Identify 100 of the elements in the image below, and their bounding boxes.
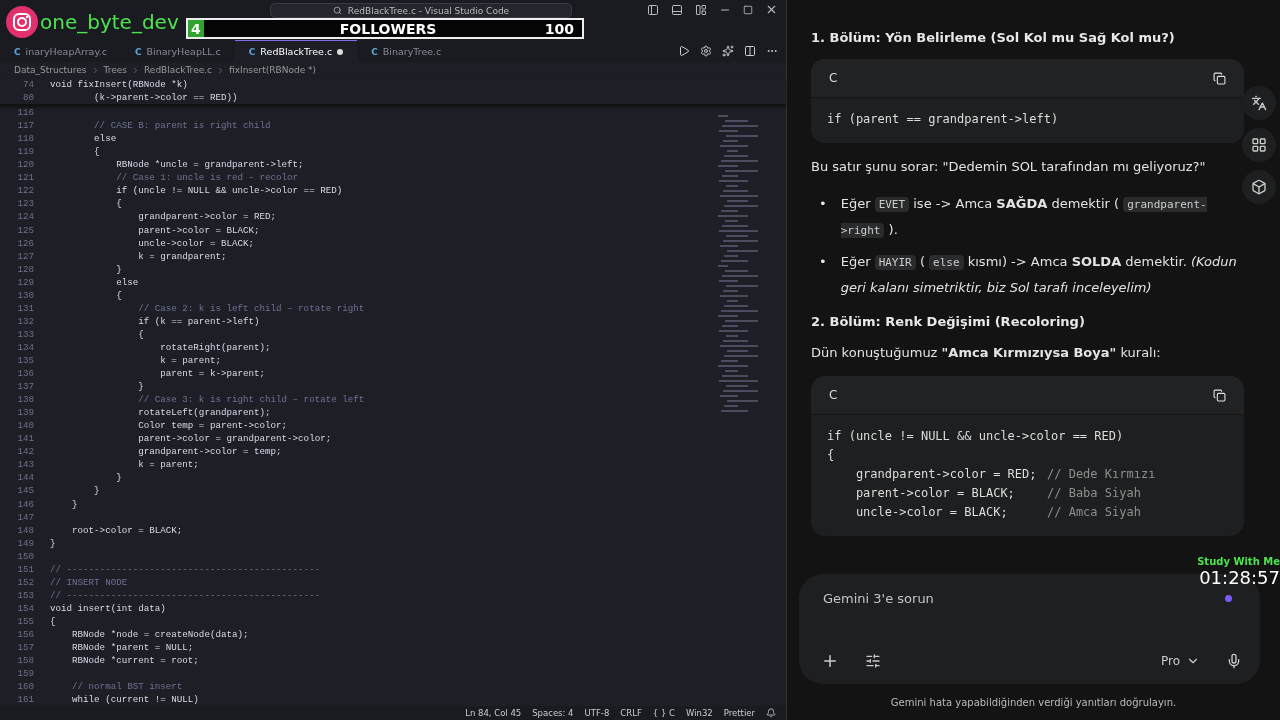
bell-icon: [766, 708, 776, 718]
line-number: 150: [16, 550, 35, 562]
code-line: k = parent;: [137, 459, 199, 471]
run-icon: [678, 45, 690, 57]
line-number: 153: [16, 589, 35, 601]
code-line: void fixInsert(RBNode *k): [50, 79, 188, 90]
code-line: grandparent->color = RED;: [137, 211, 277, 223]
copy-button[interactable]: [1213, 388, 1226, 402]
code-line: {: [827, 447, 836, 464]
editor-tab[interactable]: C inaryHeapArray.c: [0, 40, 121, 62]
translate-button[interactable]: [1242, 86, 1276, 120]
status-item[interactable]: Win32: [685, 708, 713, 718]
code-line: {: [50, 615, 56, 627]
line-number: 123: [16, 198, 35, 210]
camera-logo-icon: [6, 6, 38, 38]
code-line: }: [115, 263, 122, 275]
status-item[interactable]: Prettier: [723, 708, 755, 718]
code-line: if (k == parent->left): [137, 315, 260, 327]
status-item[interactable]: CRLF: [620, 708, 642, 718]
apps-button[interactable]: [1242, 128, 1276, 162]
breadcrumb-item[interactable]: Trees: [103, 65, 127, 75]
editor-tab[interactable]: C RedBlackTree.c: [234, 40, 358, 62]
line-number: 157: [16, 642, 35, 654]
copy-button[interactable]: [1213, 71, 1226, 85]
code-comment: // Amca Siyah: [1047, 504, 1141, 521]
line-number: 128: [16, 263, 35, 275]
paragraph: Bu satır şunu sorar: "Dedemin SOL tarafından mı geliyoruz?": [811, 158, 1207, 176]
status-item[interactable]: UTF-8: [584, 708, 610, 718]
code-line: if (uncle != NULL && uncle->color == RED): [115, 185, 343, 197]
code-line: }: [71, 498, 78, 510]
code-line: {: [115, 289, 122, 301]
editor-tab[interactable]: C BinaryTree.c: [357, 40, 456, 62]
line-number: 116: [16, 107, 35, 119]
line-number: 161: [16, 694, 35, 706]
chevron-icon: [131, 65, 140, 75]
code-line: }: [50, 537, 56, 549]
line-number: 121: [16, 172, 35, 184]
section-heading: 2. Bölüm: Renk Değişimi (Recoloring): [811, 313, 1086, 329]
follower-count: 4: [190, 20, 202, 37]
line-number: 144: [16, 472, 35, 484]
code-line: parent->color = BLACK;: [137, 224, 260, 236]
line-number: 120: [16, 159, 35, 171]
code-comment: // ----------------------------------------------: [50, 589, 321, 601]
mic-button[interactable]: [1226, 653, 1242, 669]
line-number: 135: [16, 355, 35, 366]
code-comment: // Case 1: uncle is red – recolor: [115, 172, 299, 184]
line-number: 74: [21, 79, 35, 90]
line-number: 131: [16, 302, 35, 314]
line-number: 155: [16, 615, 35, 627]
breadcrumb-item[interactable]: RedBlackTree.c: [144, 65, 212, 75]
status-dot-icon: [1225, 595, 1232, 602]
status-item[interactable]: Ln 84, Col 45: [465, 708, 522, 718]
line-number: 160: [16, 681, 35, 693]
line-number: 118: [16, 133, 35, 145]
assistant-button[interactable]: [1242, 170, 1276, 204]
tools-button[interactable]: [865, 653, 881, 669]
line-number: 140: [16, 420, 35, 432]
line-number: 117: [16, 120, 35, 132]
line-number: 133: [16, 328, 35, 340]
code-line: }: [115, 472, 122, 484]
line-number: 137: [16, 381, 35, 393]
line-number: 141: [16, 433, 35, 445]
prompt-input[interactable]: Gemini 3'e sorun: [821, 590, 1125, 607]
goal-target: 100: [543, 20, 575, 37]
bullet-marker: •: [819, 194, 827, 213]
code-line: uncle->color = BLACK;: [137, 237, 254, 249]
code-line: if (parent == grandparent->left): [827, 111, 1059, 128]
line-number: 130: [16, 289, 35, 301]
line-number: 142: [16, 446, 35, 458]
code-line: RBNode *parent = NULL;: [71, 642, 194, 654]
close-icon: [765, 3, 778, 16]
code-line: parent->color = BLACK;: [854, 485, 1016, 502]
line-number: 145: [16, 485, 35, 497]
model-dropdown[interactable]: Pro: [1160, 654, 1200, 668]
line-number: 143: [16, 459, 35, 471]
code-line: rotateRight(parent);: [159, 341, 271, 353]
line-number: 148: [16, 524, 35, 536]
code-line: grandparent->color = RED;: [854, 466, 1038, 483]
status-item[interactable]: { } C: [652, 708, 675, 718]
code-line: (k->parent->color == RED)): [93, 92, 238, 104]
line-number: 129: [16, 276, 35, 288]
translate-icon: [1251, 95, 1267, 111]
line-number: 158: [16, 655, 35, 667]
code-line: uncle->color = BLACK;: [854, 504, 1009, 521]
editor-tab[interactable]: C BinaryHeapLL.c: [120, 40, 235, 62]
code-line: parent = k->parent;: [159, 368, 266, 380]
breadcrumb-item[interactable]: fixInsert(RBNode *): [229, 65, 317, 75]
breadcrumb-item[interactable]: Data_Structures: [14, 65, 87, 75]
paragraph: Dün konuştuğumuz "Amca Kırmızıysa Boya" kuralı:: [811, 343, 1162, 362]
add-button[interactable]: [821, 652, 839, 670]
code-comment: // Baba Siyah: [1047, 485, 1141, 502]
code-comment: // CASE B: parent is right child: [93, 120, 271, 132]
code-line: Color temp = parent->color;: [137, 420, 288, 432]
line-number: 139: [16, 407, 35, 419]
title-search-bar[interactable]: RedBlackTree.c - Visual Studio Code: [270, 3, 572, 18]
line-number: 124: [16, 211, 35, 223]
code-line: }: [93, 485, 100, 497]
code-line: if (uncle != NULL && uncle->color == RED): [827, 428, 1124, 445]
status-item[interactable]: Spaces: 4: [532, 708, 574, 718]
code-line: k = parent;: [159, 355, 221, 366]
